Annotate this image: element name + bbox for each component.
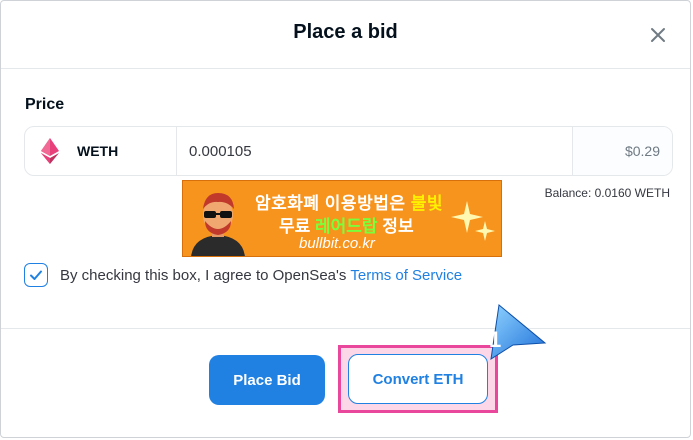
step-number: 1 <box>489 327 502 352</box>
ad-line-2: 무료 레어드랍 정보 <box>279 217 414 236</box>
convert-eth-button[interactable]: Convert ETH <box>348 354 488 404</box>
token-selector[interactable]: WETH <box>25 127 177 175</box>
eth-icon <box>41 138 59 164</box>
ad-line-3: bullbit.co.kr <box>299 235 375 252</box>
bid-amount-input[interactable] <box>177 127 572 175</box>
price-label: Price <box>25 96 65 113</box>
terms-agreement: By checking this box, I agree to OpenSea… <box>24 260 462 290</box>
modal-header: Place a bid <box>1 1 690 69</box>
terms-checkbox[interactable] <box>24 263 48 287</box>
sparkle-icon <box>451 201 495 241</box>
modal-title: Place a bid <box>293 21 398 43</box>
close-icon[interactable] <box>646 23 670 47</box>
checkmark-icon <box>30 270 42 280</box>
terms-text: By checking this box, I agree to OpenSea… <box>60 266 347 284</box>
balance-text: Balance: 0.0160 WETH <box>544 186 670 200</box>
ad-line-1: 암호화폐 이용방법은 불빛 <box>255 194 443 213</box>
price-input-group: WETH $0.29 <box>24 126 673 176</box>
place-bid-modal: Place a bid Price WETH $0.29 Balance: 0.… <box>0 0 691 438</box>
avatar-icon <box>191 193 245 256</box>
usd-value: $0.29 <box>572 127 672 175</box>
footer-divider <box>1 328 690 329</box>
terms-of-service-link[interactable]: Terms of Service <box>350 267 462 284</box>
ad-banner[interactable]: 암호화폐 이용방법은 불빛 무료 레어드랍 정보 bullbit.co.kr <box>182 180 502 257</box>
place-bid-button[interactable]: Place Bid <box>209 355 325 405</box>
token-name: WETH <box>77 143 119 159</box>
